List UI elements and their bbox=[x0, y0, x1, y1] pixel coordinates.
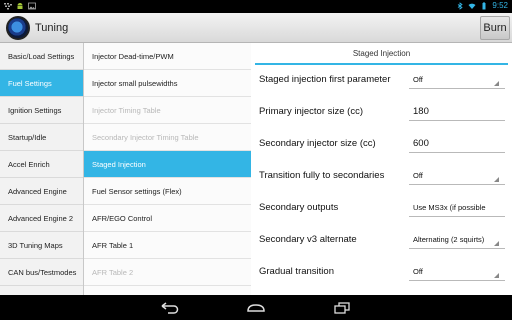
category-item-basic-load-settings[interactable]: Basic/Load Settings bbox=[0, 43, 83, 70]
field-row-secondary-v3-alternate: Secondary v3 alternate Alternating (2 sq… bbox=[251, 225, 512, 257]
gradual-transition-select[interactable]: Off bbox=[409, 263, 505, 281]
blackberry-logo-icon bbox=[4, 3, 12, 10]
dropdown-corner-icon bbox=[494, 273, 499, 278]
android-icon bbox=[17, 3, 23, 9]
page-item-afr-ego-control[interactable]: AFR/EGO Control bbox=[84, 205, 251, 232]
dropdown-corner-icon bbox=[494, 241, 499, 246]
select-value: Off bbox=[413, 267, 423, 276]
navigation-bar bbox=[0, 295, 512, 320]
category-item-accel-enrich[interactable]: Accel Enrich bbox=[0, 151, 83, 178]
dropdown-corner-icon bbox=[494, 177, 499, 182]
page-list: Injector Dead-time/PWM Injector small pu… bbox=[84, 43, 251, 295]
secondary-injector-size-input[interactable]: 600 bbox=[409, 135, 505, 153]
field-row-primary-injector-size: Primary injector size (cc) 180 bbox=[251, 97, 512, 129]
field-row-transition-fully: Transition fully to secondaries Off bbox=[251, 161, 512, 193]
category-item-3d-tuning-maps[interactable]: 3D Tuning Maps bbox=[0, 232, 83, 259]
category-item-advanced-engine-2[interactable]: Advanced Engine 2 bbox=[0, 205, 83, 232]
field-row-secondary-injector-size: Secondary injector size (cc) 600 bbox=[251, 129, 512, 161]
home-icon bbox=[247, 303, 265, 312]
page-item-injector-small-pulsewidths[interactable]: Injector small pulsewidths bbox=[84, 70, 251, 97]
field-label: Gradual transition bbox=[259, 266, 334, 277]
status-left-icons bbox=[4, 2, 36, 10]
page-item-injector-timing-table: Injector Timing Table bbox=[84, 97, 251, 124]
field-label: Staged injection first parameter bbox=[259, 74, 391, 85]
field-row-gradual-transition: Gradual transition Off bbox=[251, 257, 512, 289]
page-item-fuel-sensor-settings[interactable]: Fuel Sensor settings (Flex) bbox=[84, 178, 251, 205]
field-label: Primary injector size (cc) bbox=[259, 106, 363, 117]
recent-apps-button[interactable] bbox=[322, 298, 362, 317]
field-row-secondary-outputs: Secondary outputs Use MS3x (if possible bbox=[251, 193, 512, 225]
category-list: Basic/Load Settings Fuel Settings Igniti… bbox=[0, 43, 84, 295]
status-time: 9:52 bbox=[492, 1, 508, 10]
page-item-afr-table-2: AFR Table 2 bbox=[84, 259, 251, 286]
secondary-outputs-select[interactable]: Use MS3x (if possible bbox=[409, 199, 505, 217]
secondary-v3-alternate-select[interactable]: Alternating (2 squirts) bbox=[409, 231, 505, 249]
home-button[interactable] bbox=[236, 298, 276, 317]
status-right-icons: 9:52 bbox=[456, 1, 508, 10]
page-item-staged-injection[interactable]: Staged Injection bbox=[84, 151, 251, 178]
category-item-startup-idle[interactable]: Startup/Idle bbox=[0, 124, 83, 151]
select-value: Alternating (2 squirts) bbox=[413, 235, 485, 244]
primary-injector-size-input[interactable]: 180 bbox=[409, 103, 505, 121]
app-logo-icon[interactable] bbox=[6, 16, 30, 40]
detail-title: Staged Injection bbox=[255, 43, 508, 65]
bluetooth-icon bbox=[458, 1, 464, 10]
field-label: Secondary outputs bbox=[259, 202, 339, 213]
page-item-injector-dead-time[interactable]: Injector Dead-time/PWM bbox=[84, 43, 251, 70]
select-value: Off bbox=[413, 75, 423, 84]
page-item-afr-table-1[interactable]: AFR Table 1 bbox=[84, 232, 251, 259]
battery-icon bbox=[482, 1, 486, 9]
category-item-fuel-settings[interactable]: Fuel Settings bbox=[0, 70, 83, 97]
wifi-icon bbox=[468, 3, 476, 9]
field-label: Secondary v3 alternate bbox=[259, 234, 357, 245]
status-bar: 9:52 bbox=[0, 0, 512, 13]
detail-panel: Staged Injection Staged injection first … bbox=[251, 43, 512, 295]
category-item-advanced-engine[interactable]: Advanced Engine bbox=[0, 178, 83, 205]
select-value: Off bbox=[413, 171, 423, 180]
staged-first-parameter-select[interactable]: Off bbox=[409, 71, 505, 89]
back-icon bbox=[161, 301, 179, 314]
page-item-secondary-injector-timing-table: Secondary Injector Timing Table bbox=[84, 124, 251, 151]
category-item-ignition-settings[interactable]: Ignition Settings bbox=[0, 97, 83, 124]
burn-button[interactable]: Burn bbox=[480, 16, 510, 40]
dropdown-corner-icon bbox=[494, 81, 499, 86]
back-button[interactable] bbox=[150, 298, 190, 317]
app-title: Tuning bbox=[35, 22, 69, 34]
transition-fully-select[interactable]: Off bbox=[409, 167, 505, 185]
category-item-can-bus-testmodes[interactable]: CAN bus/Testmodes bbox=[0, 259, 83, 286]
field-label: Secondary injector size (cc) bbox=[259, 138, 376, 149]
action-bar: Tuning Burn bbox=[0, 13, 512, 43]
field-row-staged-first-parameter: Staged injection first parameter Off bbox=[251, 65, 512, 97]
image-icon bbox=[28, 2, 36, 10]
field-label: Transition fully to secondaries bbox=[259, 170, 385, 181]
select-value: Use MS3x (if possible bbox=[413, 203, 486, 212]
recent-apps-icon bbox=[334, 301, 350, 314]
